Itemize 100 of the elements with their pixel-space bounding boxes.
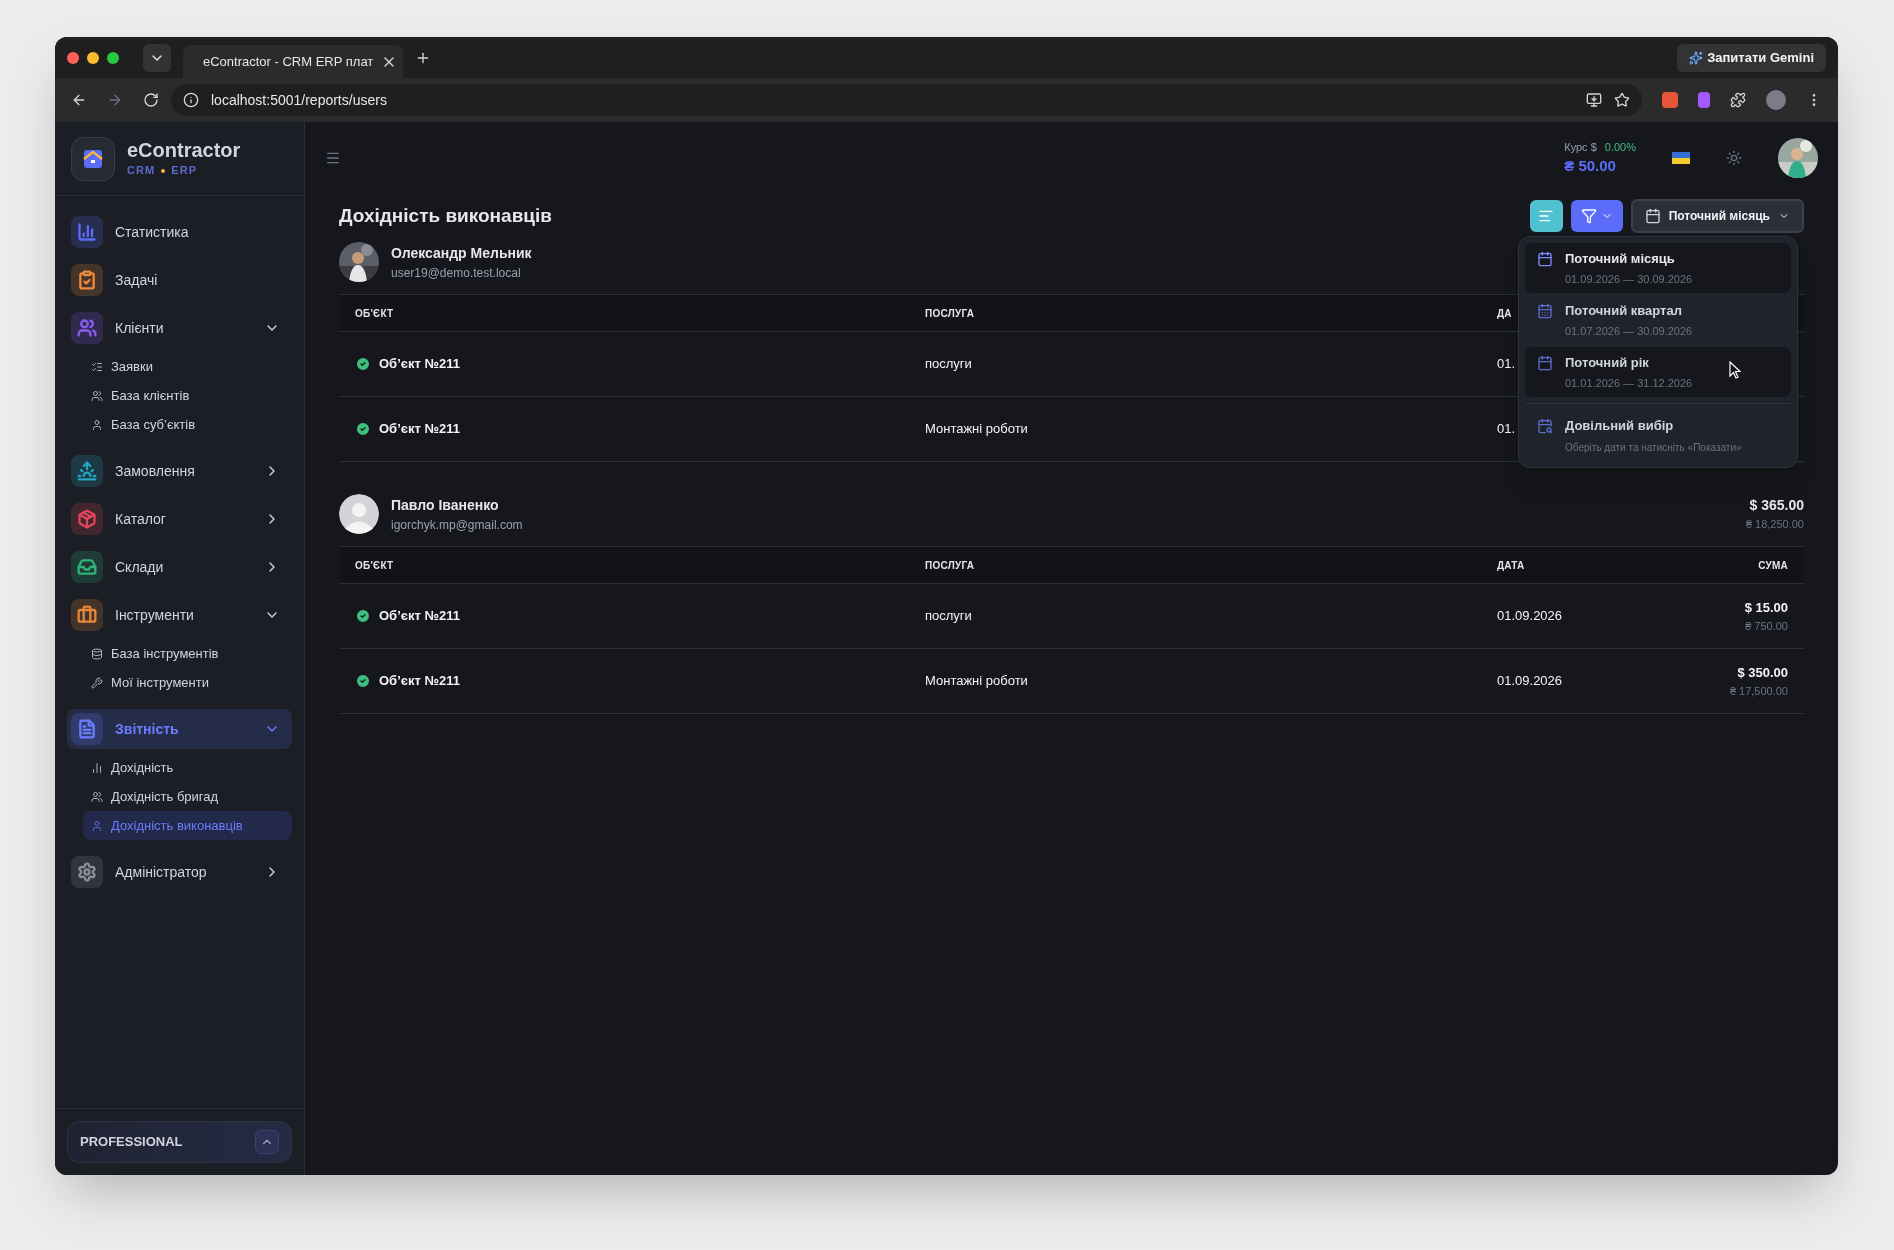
date-cell-text: 01. bbox=[1497, 355, 1516, 374]
calendar-search-icon bbox=[1537, 418, 1553, 434]
mouse-pointer-icon bbox=[1729, 361, 1741, 379]
nav-item[interactable]: Задачі bbox=[67, 260, 292, 300]
browser-tab[interactable]: eContractor - CRM ERP плат bbox=[183, 45, 403, 78]
theme-icon[interactable] bbox=[1726, 150, 1742, 166]
calendar-icon bbox=[1644, 208, 1661, 224]
url-text: localhost:5001/reports/users bbox=[211, 90, 387, 110]
tab-list-button[interactable] bbox=[143, 43, 171, 72]
nav-subitem-icon bbox=[91, 418, 103, 431]
minimize-window-icon[interactable] bbox=[87, 51, 99, 64]
extension-icon[interactable] bbox=[1698, 92, 1710, 108]
nav-subitem[interactable]: Дохідність бригад bbox=[83, 782, 292, 811]
amount-cell-text: $ 350.00 bbox=[1737, 664, 1788, 682]
amount-uah-cell-text: ₴ 750.00 bbox=[1745, 618, 1788, 634]
sort-button[interactable] bbox=[1529, 200, 1563, 232]
user-name: Олександр Мельник bbox=[391, 243, 532, 263]
extension-icon[interactable] bbox=[1662, 92, 1678, 108]
nav-subitem[interactable]: Дохідність bbox=[83, 753, 292, 782]
nav-item[interactable]: Замовлення bbox=[67, 451, 292, 491]
amount-uah-cell-text: ₴ 17,500.00 bbox=[1729, 683, 1788, 699]
column-header: ОБ'ЄКТ bbox=[355, 306, 394, 321]
option-range: 01.09.2026 — 30.09.2026 bbox=[1565, 271, 1693, 287]
user-email: user19@demo.test.local bbox=[391, 264, 522, 282]
nav-subitem[interactable]: Заявки bbox=[83, 352, 292, 381]
address-field[interactable]: localhost:5001/reports/users bbox=[171, 84, 1642, 116]
option-label: Довільний вибір bbox=[1565, 417, 1675, 435]
object-cell-text: Об’єкт №211 bbox=[379, 420, 460, 439]
brand-tag: ERP bbox=[171, 162, 198, 179]
option-label: Поточний квартал bbox=[1565, 302, 1683, 320]
bookmark-icon[interactable] bbox=[1614, 92, 1630, 108]
period-option[interactable]: Поточний квартал 01.07.2026 — 30.09.2026 bbox=[1525, 295, 1791, 345]
nav-subitem[interactable]: Мої інструменти bbox=[83, 668, 292, 697]
logo-icon bbox=[71, 136, 115, 181]
nav-item[interactable]: Звітність bbox=[67, 709, 292, 749]
reload-icon[interactable] bbox=[143, 92, 159, 108]
column-header: ПОСЛУГА bbox=[925, 558, 975, 573]
expand-button[interactable] bbox=[255, 1130, 279, 1154]
column-header: ДАТА bbox=[1497, 558, 1525, 573]
calendar-icon bbox=[1537, 303, 1553, 319]
service-cell-text: Монтажні роботи bbox=[925, 672, 1029, 691]
extensions-icon[interactable] bbox=[1730, 92, 1746, 108]
calendar-icon bbox=[1537, 251, 1553, 267]
service-cell-text: Монтажні роботи bbox=[925, 420, 1029, 439]
amount-cell-text: $ 15.00 bbox=[1744, 599, 1788, 617]
option-label: Поточний рік bbox=[1565, 354, 1650, 372]
forward-icon[interactable] bbox=[107, 92, 123, 108]
plan-name: PROFESSIONAL bbox=[80, 1133, 183, 1152]
period-option[interactable]: Поточний місяць 01.09.2026 — 30.09.2026 bbox=[1525, 243, 1791, 293]
column-header: ОБ'ЄКТ bbox=[355, 558, 394, 573]
nav-subitem-icon bbox=[91, 761, 103, 774]
user-email: igorchyk.mp@gmail.com bbox=[391, 516, 523, 534]
object-cell-text: Об’єкт №211 bbox=[379, 355, 460, 374]
date-cell-text: 01. bbox=[1497, 420, 1516, 439]
date-cell-text: 01.09.2026 bbox=[1497, 672, 1563, 691]
column-header: СУМА bbox=[1758, 558, 1788, 573]
back-icon[interactable] bbox=[71, 92, 87, 108]
nav-subitem-icon bbox=[91, 389, 103, 402]
nav-subitem[interactable]: База клієнтів bbox=[83, 381, 292, 410]
option-range: 01.01.2026 — 31.12.2026 bbox=[1565, 375, 1693, 391]
service-cell-text: послуги bbox=[925, 355, 973, 374]
nav-item[interactable]: Адміністратор bbox=[67, 852, 292, 892]
nav-subitem[interactable]: База суб’єктів bbox=[83, 410, 292, 439]
profile-icon[interactable] bbox=[1766, 90, 1786, 110]
brand-tag: CRM bbox=[127, 162, 156, 179]
period-option[interactable]: Довільний вибір Оберіть дати та натисніть «Показати» bbox=[1525, 410, 1791, 461]
sort-icon bbox=[1538, 208, 1555, 224]
brand-name: eContractor bbox=[127, 138, 241, 163]
nav-item[interactable]: Склади bbox=[67, 547, 292, 587]
info-icon bbox=[183, 92, 199, 108]
rate-change: 0.00% bbox=[1604, 139, 1636, 155]
assistant-button[interactable]: Запитати Gemini bbox=[1677, 43, 1826, 72]
rate-label: Курс $ bbox=[1564, 139, 1597, 155]
period-button[interactable]: Поточний місяць bbox=[1630, 199, 1804, 233]
nav-subitem-icon bbox=[91, 676, 103, 689]
nav-item[interactable]: Каталог bbox=[67, 499, 292, 539]
avatar-icon bbox=[339, 494, 379, 534]
nav-item[interactable]: Інструменти bbox=[67, 595, 292, 635]
nav-item[interactable]: Статистика bbox=[67, 212, 292, 252]
nav-subitem-icon bbox=[91, 819, 103, 832]
object-cell-text: Об’єкт №211 bbox=[379, 607, 460, 626]
object-cell-text: Об’єкт №211 bbox=[379, 672, 460, 691]
nav-subitem[interactable]: База інструментів bbox=[83, 639, 292, 668]
flag-icon[interactable] bbox=[1672, 152, 1690, 164]
total-amount-uah: ₴ 18,250.00 bbox=[1745, 517, 1804, 533]
nav-subitem[interactable]: Дохідність виконавців bbox=[83, 811, 292, 840]
nav-subitem-icon bbox=[91, 360, 103, 373]
close-window-icon[interactable] bbox=[67, 51, 79, 64]
install-icon[interactable] bbox=[1586, 92, 1602, 108]
filter-icon bbox=[1580, 208, 1597, 224]
filter-button[interactable] bbox=[1570, 200, 1623, 232]
period-option[interactable]: Поточний рік 01.01.2026 — 31.12.2026 bbox=[1525, 347, 1791, 397]
tab-title: eContractor - CRM ERP плат bbox=[203, 52, 374, 71]
nav-item[interactable]: Клієнти bbox=[67, 308, 292, 348]
option-label: Поточний місяць bbox=[1565, 250, 1676, 268]
date-cell-text: 01.09.2026 bbox=[1497, 607, 1563, 626]
plan-card[interactable]: PROFESSIONAL bbox=[67, 1121, 292, 1163]
user-name: Павло Іваненко bbox=[391, 495, 500, 515]
total-amount: $ 365.00 bbox=[1749, 496, 1804, 516]
maximize-window-icon[interactable] bbox=[107, 51, 119, 64]
